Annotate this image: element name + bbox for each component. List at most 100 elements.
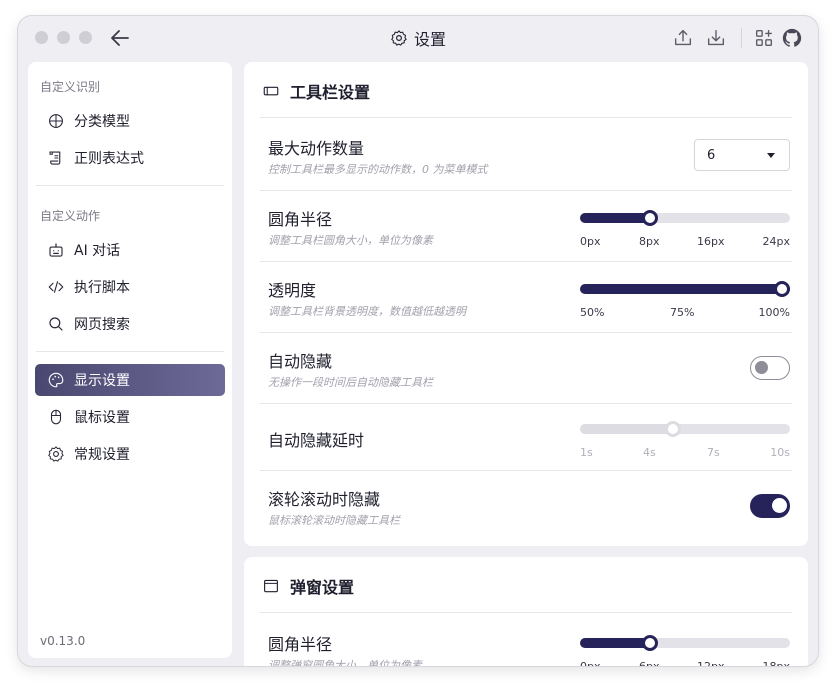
toolbar-opacity-label: 透明度 <box>268 281 317 300</box>
max-actions-desc: 控制工具栏最多显示的动作数，0 为菜单模式 <box>268 163 488 176</box>
scroll-hide-toggle[interactable] <box>750 494 790 518</box>
sidebar-item-label: 正则表达式 <box>74 151 144 167</box>
row-divider <box>260 403 792 404</box>
tick-label: 6px <box>639 660 660 666</box>
sidebar-divider <box>36 185 224 186</box>
tick-label: 8px <box>639 235 660 248</box>
github-icon[interactable] <box>781 27 803 49</box>
slider-thumb[interactable] <box>774 281 790 297</box>
auto-hide-delay-slider[interactable] <box>580 421 790 437</box>
sidebar-item-label: 执行脚本 <box>74 280 130 296</box>
import-icon[interactable] <box>705 27 727 49</box>
sidebar-item-label: 鼠标设置 <box>74 410 130 426</box>
toolbar-opacity-ticks: 50% 75% 100% <box>580 306 790 320</box>
tick-label: 7s <box>707 446 720 459</box>
tick-label: 16px <box>697 235 725 248</box>
scroll-icon <box>49 151 61 165</box>
toolbar-radius-ticks: 0px 8px 16px 24px <box>580 235 790 249</box>
sidebar-section-label: 自定义动作 <box>40 209 101 223</box>
tick-label: 24px <box>762 235 791 248</box>
slider-thumb[interactable] <box>642 210 658 226</box>
section-divider <box>260 117 792 118</box>
sidebar-item-web-search[interactable]: 网页搜索 <box>35 308 225 340</box>
globe-icon <box>49 114 63 128</box>
sidebar-item-general[interactable]: 常规设置 <box>35 438 225 470</box>
palette-icon <box>48 372 64 388</box>
toolbar-opacity-desc: 调整工具栏背景透明度，数值越低越透明 <box>268 305 466 318</box>
tick-label: 50% <box>580 306 605 319</box>
tick-label: 12px <box>697 660 725 666</box>
toolbar-radius-desc: 调整工具栏圆角大小，单位为像素 <box>268 234 433 247</box>
popup-radius-desc: 调整弹窗圆角大小，单位为像素 <box>268 659 422 666</box>
search-icon <box>49 317 63 331</box>
sidebar-item-script[interactable]: 执行脚本 <box>35 271 225 303</box>
tick-label: 0px <box>580 660 601 666</box>
row-divider <box>260 332 792 333</box>
max-actions-value: 6 <box>707 147 716 163</box>
robot-icon <box>49 243 63 257</box>
gear-icon <box>48 446 64 462</box>
sidebar-item-display[interactable]: 显示设置 <box>35 364 225 396</box>
tick-label: 10s <box>770 446 790 459</box>
row-divider <box>260 470 792 471</box>
tick-label: 18px <box>763 660 791 666</box>
mouse-icon <box>50 409 62 425</box>
tick-label: 4s <box>643 446 656 459</box>
scroll-hide-desc: 鼠标滚轮滚动时隐藏工具栏 <box>268 514 400 527</box>
toolbar-icon <box>263 86 279 96</box>
export-icon[interactable] <box>672 27 694 49</box>
auto-hide-toggle[interactable] <box>750 356 790 380</box>
plugins-icon[interactable] <box>753 27 775 49</box>
sidebar: 自定义识别 分类模型 正则表达式 自定义动作 AI 对话 执行脚本 网页搜索 显… <box>28 62 232 658</box>
sidebar-item-classifier[interactable]: 分类模型 <box>35 105 225 137</box>
gear-icon <box>391 30 407 46</box>
card-title-text: 工具栏设置 <box>290 83 371 102</box>
toolbar-settings-card: 工具栏设置 最大动作数量 控制工具栏最多显示的动作数，0 为菜单模式 6 圆角半… <box>244 62 808 546</box>
sidebar-divider <box>36 351 224 352</box>
scroll-hide-label: 滚轮滚动时隐藏 <box>268 490 381 509</box>
toggle-knob <box>772 498 787 513</box>
tick-label: 0px <box>580 235 601 248</box>
row-divider <box>260 190 792 191</box>
toolbar-radius-slider[interactable] <box>580 210 790 226</box>
card-title: 工具栏设置 <box>262 80 370 102</box>
row-divider <box>260 261 792 262</box>
code-icon <box>48 281 64 293</box>
auto-hide-delay-label: 自动隐藏延时 <box>268 431 365 450</box>
slider-thumb[interactable] <box>665 421 682 437</box>
window-icon <box>264 579 278 593</box>
popup-radius-slider[interactable] <box>580 635 790 651</box>
sidebar-item-label: 分类模型 <box>74 114 130 130</box>
sidebar-item-label: 显示设置 <box>74 373 130 389</box>
tick-label: 75% <box>670 306 695 319</box>
card-title-text: 弹窗设置 <box>290 578 355 597</box>
window-title: 设置 <box>18 26 818 50</box>
toolbar-opacity-slider[interactable] <box>580 281 790 297</box>
window-title-text: 设置 <box>413 30 446 49</box>
auto-hide-desc: 无操作一段时间后自动隐藏工具栏 <box>268 376 433 389</box>
caret-down-icon <box>767 153 775 158</box>
version-label: v0.13.0 <box>40 634 86 648</box>
popup-settings-card: 弹窗设置 圆角半径 调整弹窗圆角大小，单位为像素 0px 6px 12px 18… <box>244 557 808 666</box>
slider-thumb[interactable] <box>642 635 658 651</box>
sidebar-item-regex[interactable]: 正则表达式 <box>35 142 225 174</box>
sidebar-item-label: AI 对话 <box>74 243 121 259</box>
slider-fill <box>580 284 790 294</box>
settings-window: 设置 自定义识别 分类模型 正则表达式 自定义动作 AI 对话 执行脚本 网页搜… <box>18 16 818 666</box>
sidebar-item-label: 网页搜索 <box>74 317 130 333</box>
sidebar-item-ai-chat[interactable]: AI 对话 <box>35 234 225 266</box>
toolbar-radius-label: 圆角半径 <box>268 210 333 229</box>
max-actions-select[interactable]: 6 <box>694 139 790 171</box>
slider-fill <box>580 638 650 648</box>
toolbar-separator <box>741 28 742 48</box>
popup-radius-label: 圆角半径 <box>268 635 333 654</box>
toggle-knob <box>755 361 768 374</box>
sidebar-item-mouse[interactable]: 鼠标设置 <box>35 401 225 433</box>
slider-fill <box>580 213 650 223</box>
sidebar-section-label: 自定义识别 <box>40 80 101 94</box>
title-bar: 设置 <box>18 16 818 60</box>
card-title: 弹窗设置 <box>262 575 354 597</box>
section-divider <box>260 612 792 613</box>
tick-label: 1s <box>580 446 593 459</box>
auto-hide-label: 自动隐藏 <box>268 352 333 371</box>
